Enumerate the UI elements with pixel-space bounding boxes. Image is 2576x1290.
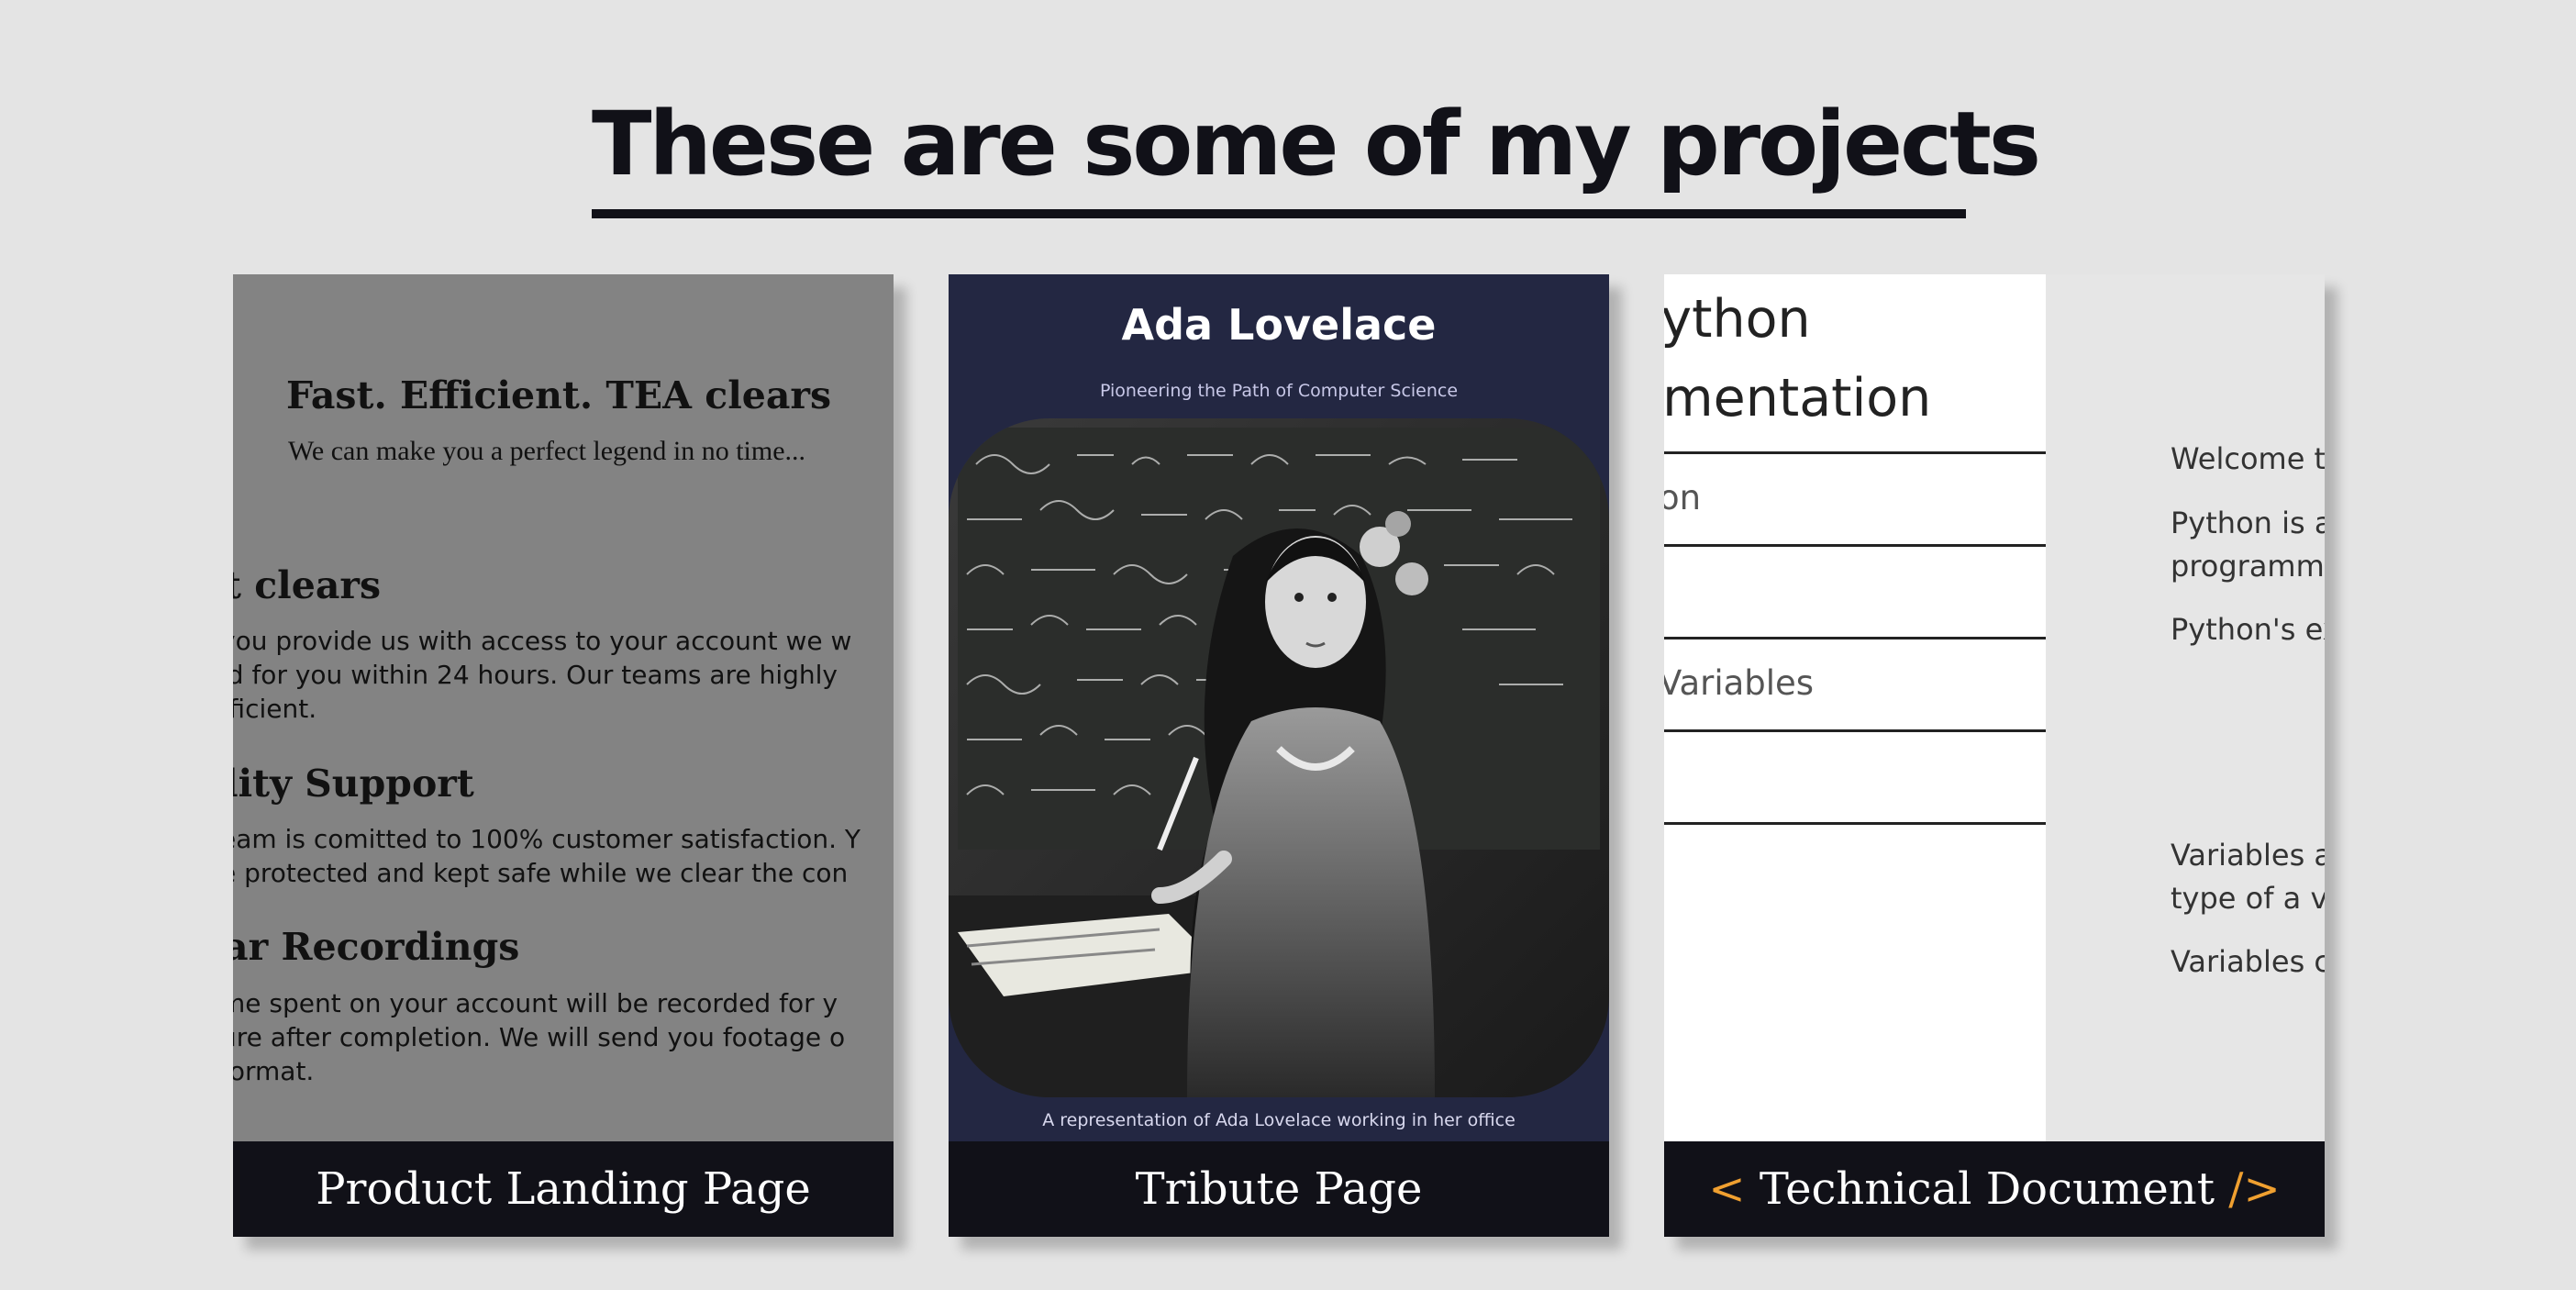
preview-nav-link: [1664, 544, 2046, 637]
section-heading: These are some of my projects: [592, 93, 2041, 195]
preview-text: type of a v: [2171, 881, 2325, 916]
preview-navbar: Python umentation on Variables: [1664, 274, 2046, 1141]
preview-text: Variables c: [2171, 944, 2325, 979]
preview-feature-text: me spent on your account will be recorde…: [233, 988, 846, 1086]
preview-subtitle: Pioneering the Path of Computer Science: [1099, 381, 1459, 401]
preview-text: Variables a: [2171, 838, 2325, 873]
portrait-image: [949, 418, 1609, 1097]
code-bracket-close: />: [2228, 1163, 2281, 1215]
preview-nav-link: [1664, 729, 2046, 825]
preview-nav-title: Python umentation: [1664, 289, 1932, 428]
project-label[interactable]: Tribute Page: [949, 1141, 1609, 1237]
preview-hero-title: Fast. Efficient. TEA clears: [286, 373, 832, 417]
code-bracket-open: <: [1708, 1163, 1746, 1215]
preview-feature-text: you provide us with access to your accou…: [233, 626, 852, 724]
preview-feature-title: ar Recordings: [233, 925, 520, 969]
preview-text: Welcome t: [2171, 441, 2325, 476]
preview-text: programm: [2171, 549, 2325, 584]
project-preview: Fast. Efficient. TEA clears We can make …: [233, 274, 894, 1141]
preview-hero-subtitle: We can make you a perfect legend in no t…: [288, 436, 806, 466]
project-card-tribute[interactable]: Ada Lovelace Pioneering the Path of Comp…: [949, 274, 1609, 1237]
project-label[interactable]: Product Landing Page: [233, 1141, 894, 1237]
preview-feature-title: lity Support: [233, 762, 474, 806]
preview-title: Ada Lovelace: [1121, 300, 1437, 350]
project-label-text: Technical Document: [1759, 1163, 2215, 1215]
preview-text: Python is a: [2171, 506, 2325, 540]
project-card-technical-document[interactable]: Python umentation on Variables Welcome t…: [1664, 274, 2325, 1237]
preview-text: Python's ex: [2171, 612, 2325, 647]
preview-caption: A representation of Ada Lovelace working…: [1042, 1110, 1516, 1130]
project-label[interactable]: < Technical Document />: [1664, 1141, 2325, 1237]
heading-underline: [592, 209, 1966, 218]
preview-feature-text: eam is comitted to 100% customer satisfa…: [233, 824, 861, 888]
preview-nav-link: Variables: [1664, 637, 2046, 729]
project-card-product-landing[interactable]: Fast. Efficient. TEA clears We can make …: [233, 274, 894, 1237]
project-preview: Python umentation on Variables Welcome t…: [1664, 274, 2325, 1141]
preview-feature-title: t clears: [233, 563, 382, 607]
preview-nav-link: on: [1664, 451, 2046, 544]
project-preview: Ada Lovelace Pioneering the Path of Comp…: [949, 274, 1609, 1141]
